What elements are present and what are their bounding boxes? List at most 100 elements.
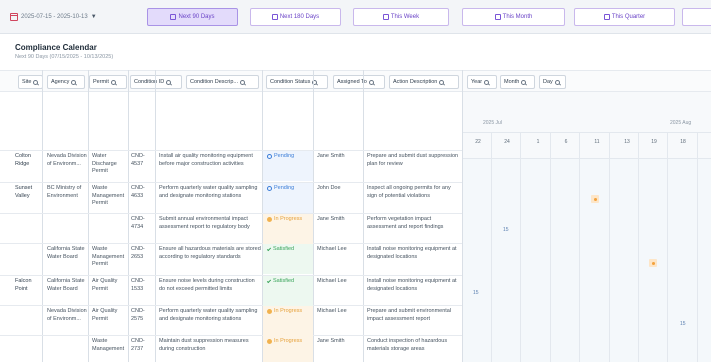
cell-condition-description: Ensure all hazardous materials are store… [159, 246, 261, 260]
cell-site: Falcon Point [15, 278, 32, 292]
row-divider [0, 275, 462, 276]
cell-assigned-to: John Doe [317, 185, 341, 191]
cell-condition-id: CND-4633 [131, 185, 145, 199]
timeline-day: 1 [536, 139, 540, 145]
cell-action-description: Inspect all ongoing permits for any sign… [367, 185, 451, 199]
date-range-picker[interactable]: 2025-07-15 - 2025-10-13 ▼ [10, 10, 97, 24]
cell-agency: BC Ministry of Environment [47, 185, 82, 199]
filter-condition-status[interactable]: Condition Status [266, 75, 328, 89]
timeline-divider [462, 158, 711, 159]
in-progress-icon [267, 309, 272, 315]
cell-condition-id: CND-2653 [131, 246, 145, 260]
cell-condition-id: CND-4537 [131, 153, 145, 167]
timeline-gridline [638, 132, 639, 362]
page-title: Compliance Calendar [15, 43, 97, 52]
cell-permit: Waste Management Permit [92, 185, 125, 206]
cell-condition-description: Perform quarterly water quality sampling… [159, 308, 258, 322]
cell-assigned-to: Michael Lee [317, 278, 347, 284]
cell-permit: Air Quality Permit [92, 308, 118, 322]
filter-site[interactable]: Site [18, 75, 43, 89]
next-180-days-button[interactable]: Next 180 Days [250, 8, 341, 26]
date-range-text: 2025-07-15 - 2025-10-13 [21, 14, 88, 20]
cell-condition-id: CND-2575 [131, 308, 145, 322]
column-divider [42, 70, 43, 362]
timeline-day: 13 [624, 139, 630, 145]
filter-day[interactable]: Day [539, 75, 566, 89]
chevron-down-icon: ▼ [90, 14, 97, 20]
timeline-event-marker[interactable] [649, 259, 657, 267]
cell-assigned-to: Michael Lee [317, 308, 347, 314]
filter-agency[interactable]: Agency [47, 75, 85, 89]
timeline-gridline [609, 132, 610, 362]
check-icon [266, 278, 272, 283]
filter-condition-description[interactable]: Condition Descrip... [186, 75, 259, 89]
timeline-month-label: 2025 Aug [670, 120, 692, 126]
filter-condition-id[interactable]: Condition ID [130, 75, 182, 89]
cell-permit: Water Discharge Permit [92, 153, 117, 174]
in-progress-icon [267, 339, 272, 345]
filter-action-description[interactable]: Action Description [389, 75, 459, 89]
timeline-divider [462, 132, 711, 133]
search-icon [554, 79, 560, 85]
cell-assigned-to: Jane Smith [317, 216, 345, 222]
status-badge: In Progress [267, 308, 302, 316]
cell-agency: Nevada Division of Environm... [47, 153, 87, 167]
status-badge: Satisfied [266, 246, 294, 254]
search-icon [368, 79, 374, 85]
calendar-icon [170, 14, 177, 20]
column-divider [88, 70, 89, 362]
this-month-button[interactable]: This Month [462, 8, 565, 26]
timeline-month-label: 2025 Jul [483, 120, 502, 126]
filter-month[interactable]: Month [500, 75, 535, 89]
cell-permit: Waste Management Permit [92, 246, 125, 267]
cell-condition-id: CND-4734 [131, 216, 145, 230]
row-divider [0, 305, 462, 306]
cell-permit: Air Quality Permit [92, 278, 118, 292]
timeline-day: 6 [564, 139, 568, 145]
cell-assigned-to: Jane Smith [317, 153, 345, 159]
timeline-gridline [550, 132, 551, 362]
cell-assigned-to: Jane Smith [317, 338, 345, 344]
timeline-event-count[interactable]: 15 [473, 290, 479, 296]
cell-action-description: Install noise monitoring equipment at de… [367, 278, 457, 292]
timeline-event-count[interactable]: 15 [680, 321, 686, 327]
timeline-event-count[interactable]: 15 [503, 227, 509, 233]
calendar-icon [382, 14, 389, 20]
timeline-day: 22 [475, 139, 481, 145]
timeline-day: 24 [504, 139, 510, 145]
timeline-gridline [491, 132, 492, 362]
filter-year[interactable]: Year [467, 75, 497, 89]
page-subtitle: Next 90 Days (07/15/2025 - 10/13/2025) [15, 54, 114, 60]
cell-agency: California State Water Board [47, 246, 85, 260]
cell-assigned-to: Michael Lee [317, 246, 347, 252]
row-divider [0, 243, 462, 244]
search-icon [71, 79, 77, 85]
cell-action-description: Prepare and submit dust suppression plan… [367, 153, 459, 167]
cell-condition-id: CND-2737 [131, 338, 145, 352]
in-progress-icon [267, 217, 272, 223]
search-icon [439, 79, 445, 85]
status-badge: In Progress [267, 216, 302, 224]
cell-condition-description: Maintain dust suppression measures durin… [159, 338, 249, 352]
cell-site: Colton Ridge [15, 153, 31, 167]
filter-permit[interactable]: Permit [89, 75, 127, 89]
timeline-gridline [697, 132, 698, 362]
filter-assigned-to[interactable]: Assigned To [333, 75, 385, 89]
row-divider [0, 182, 462, 183]
row-divider [0, 150, 462, 151]
cell-agency: Nevada Division of Environm... [47, 308, 87, 322]
search-icon [110, 79, 116, 85]
this-week-button[interactable]: This Week [353, 8, 449, 26]
cell-action-description: Prepare and submit environmental impact … [367, 308, 452, 322]
pending-icon [267, 186, 272, 192]
next-90-days-button[interactable]: Next 90 Days [147, 8, 238, 26]
timeline-event-marker[interactable] [591, 195, 599, 203]
this-quarter-button[interactable]: This Quarter [574, 8, 675, 26]
cell-action-description: Install noise monitoring equipment at de… [367, 246, 457, 260]
column-divider [313, 70, 314, 362]
pending-icon [267, 154, 272, 160]
cell-condition-description: Perform quarterly water quality sampling… [159, 185, 258, 199]
timeline-gridline [667, 132, 668, 362]
status-badge: In Progress [267, 338, 302, 346]
range-button-overflow[interactable] [682, 8, 711, 26]
